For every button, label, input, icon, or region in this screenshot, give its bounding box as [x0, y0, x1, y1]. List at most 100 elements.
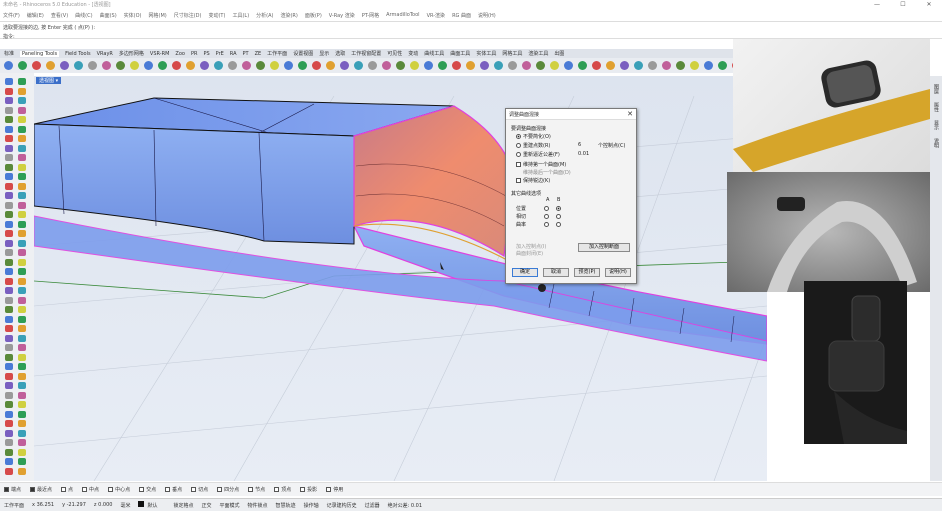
toolbar-tab[interactable]: 工作视窗配置 — [351, 50, 381, 57]
tool-icon[interactable] — [18, 78, 26, 85]
tool-icon[interactable] — [312, 61, 321, 70]
tool-icon[interactable] — [536, 61, 545, 70]
tool-icon[interactable] — [718, 61, 727, 70]
tool-icon[interactable] — [144, 61, 153, 70]
check-keep-sharp[interactable]: 保持锐边(K) — [516, 177, 550, 184]
tool-icon[interactable] — [5, 97, 13, 104]
status-toggle[interactable]: 平面模式 — [220, 502, 240, 509]
osnap-toggle[interactable]: 投影 — [300, 486, 317, 493]
radio-a-position[interactable] — [544, 206, 549, 211]
tool-icon[interactable] — [18, 97, 26, 104]
tool-icon[interactable] — [200, 61, 209, 70]
tool-icon[interactable] — [18, 106, 26, 114]
tool-icon[interactable] — [5, 391, 13, 399]
tool-icon[interactable] — [494, 61, 503, 70]
toolbar-tab[interactable]: PT — [243, 51, 249, 57]
tool-icon[interactable] — [18, 344, 26, 351]
toolbar-tab[interactable]: 标准 — [4, 50, 14, 57]
tool-icon[interactable] — [5, 372, 13, 380]
tool-icon[interactable] — [60, 61, 69, 70]
toolbar-tab[interactable]: 曲线工具 — [424, 50, 444, 57]
tool-icon[interactable] — [5, 287, 13, 294]
tool-icon[interactable] — [18, 163, 26, 171]
tool-icon[interactable] — [634, 61, 643, 70]
tool-icon[interactable] — [676, 61, 685, 70]
tool-icon[interactable] — [5, 268, 13, 275]
check-keep-first[interactable]: 维持第一个曲面(M) — [516, 161, 566, 168]
rebuild-count[interactable]: 6 — [578, 142, 581, 148]
toolbar-tab[interactable]: 多边形网格 — [119, 50, 144, 57]
menu-item[interactable]: 实体(O) — [124, 12, 142, 19]
tool-icon[interactable] — [5, 163, 13, 171]
tool-icon[interactable] — [5, 258, 13, 266]
panel-tab[interactable]: 说明 — [933, 138, 940, 148]
toolbar-tab[interactable]: ZE — [255, 51, 262, 57]
toolbar-tab[interactable]: 变动 — [408, 50, 418, 57]
tool-icon[interactable] — [5, 182, 13, 190]
toolbar-tab[interactable]: RA — [230, 51, 237, 57]
tool-icon[interactable] — [172, 61, 181, 70]
radio-refit[interactable]: 重新逼近公差(F) — [516, 151, 560, 158]
tool-icon[interactable] — [18, 192, 26, 199]
status-toggle[interactable]: 绝对公差: 0.01 — [388, 502, 422, 509]
tool-icon[interactable] — [578, 61, 587, 70]
tool-icon[interactable] — [18, 239, 26, 247]
tool-icon[interactable] — [298, 61, 307, 70]
radio-rebuild[interactable]: 重建点数(R) — [516, 142, 550, 149]
menu-item[interactable]: 尺寸标注(D) — [174, 12, 202, 19]
tool-icon[interactable] — [5, 230, 13, 237]
tool-icon[interactable] — [18, 410, 26, 418]
ok-button[interactable]: 确定 — [512, 268, 538, 277]
dialog-close-icon[interactable]: ✕ — [627, 110, 633, 118]
tool-icon[interactable] — [382, 61, 391, 70]
tool-icon[interactable] — [5, 439, 13, 446]
blend-point-marker[interactable] — [538, 284, 546, 292]
menu-item[interactable]: 渲染(R) — [280, 12, 297, 19]
preview-button[interactable]: 预览(P) — [574, 268, 600, 277]
toolbar-tab[interactable]: 工作平面 — [267, 50, 287, 57]
tool-icon[interactable] — [480, 61, 489, 70]
tool-icon[interactable] — [466, 61, 475, 70]
osnap-toggle[interactable]: 停用 — [326, 486, 343, 493]
toolbar-tab[interactable]: Paneling Tools — [20, 50, 60, 57]
cancel-button[interactable]: 取消 — [543, 268, 569, 277]
maximize-button[interactable]: ☐ — [890, 0, 916, 9]
toolbar-tab[interactable]: 曲面工具 — [450, 50, 470, 57]
cplane-label[interactable]: 工作平面 — [4, 502, 24, 509]
help-button[interactable]: 说明(H) — [605, 268, 631, 277]
tool-icon[interactable] — [5, 429, 13, 437]
menu-item[interactable]: 编辑(E) — [27, 12, 44, 19]
tool-icon[interactable] — [5, 135, 13, 142]
tool-icon[interactable] — [5, 401, 13, 408]
menu-item[interactable]: RG 曲面 — [452, 12, 471, 19]
tool-icon[interactable] — [18, 420, 26, 427]
tool-icon[interactable] — [5, 144, 13, 152]
tool-icon[interactable] — [18, 116, 26, 123]
tool-icon[interactable] — [18, 125, 26, 133]
tool-icon[interactable] — [102, 61, 111, 70]
tool-icon[interactable] — [88, 61, 97, 70]
row-position[interactable]: 位置 — [516, 205, 526, 212]
tool-icon[interactable] — [424, 61, 433, 70]
toolbar-tab[interactable]: 渲染工具 — [528, 50, 548, 57]
menu-item[interactable]: ArmadilloTool — [386, 12, 419, 18]
radio-b-tangent[interactable] — [556, 214, 561, 219]
toolbar-tab[interactable]: 选取 — [335, 50, 345, 57]
tool-icon[interactable] — [18, 334, 26, 342]
tool-icon[interactable] — [18, 154, 26, 161]
tool-icon[interactable] — [354, 61, 363, 70]
tool-icon[interactable] — [5, 173, 13, 180]
tool-icon[interactable] — [5, 458, 13, 465]
close-button[interactable]: ✕ — [916, 0, 942, 9]
tool-icon[interactable] — [508, 61, 517, 70]
osnap-toggle[interactable]: 点 — [61, 486, 73, 493]
radio-a-curvature[interactable] — [544, 222, 549, 227]
tolerance-value[interactable]: 0.01 — [578, 151, 589, 157]
add-shape-button[interactable]: 加入控制断面 — [578, 243, 630, 252]
radio-b-curvature[interactable] — [556, 222, 561, 227]
tool-icon[interactable] — [5, 344, 13, 351]
tool-icon[interactable] — [18, 363, 26, 370]
tool-icon[interactable] — [242, 61, 251, 70]
radio-a-tangent[interactable] — [544, 214, 549, 219]
osnap-toggle[interactable]: 顶点 — [274, 486, 291, 493]
